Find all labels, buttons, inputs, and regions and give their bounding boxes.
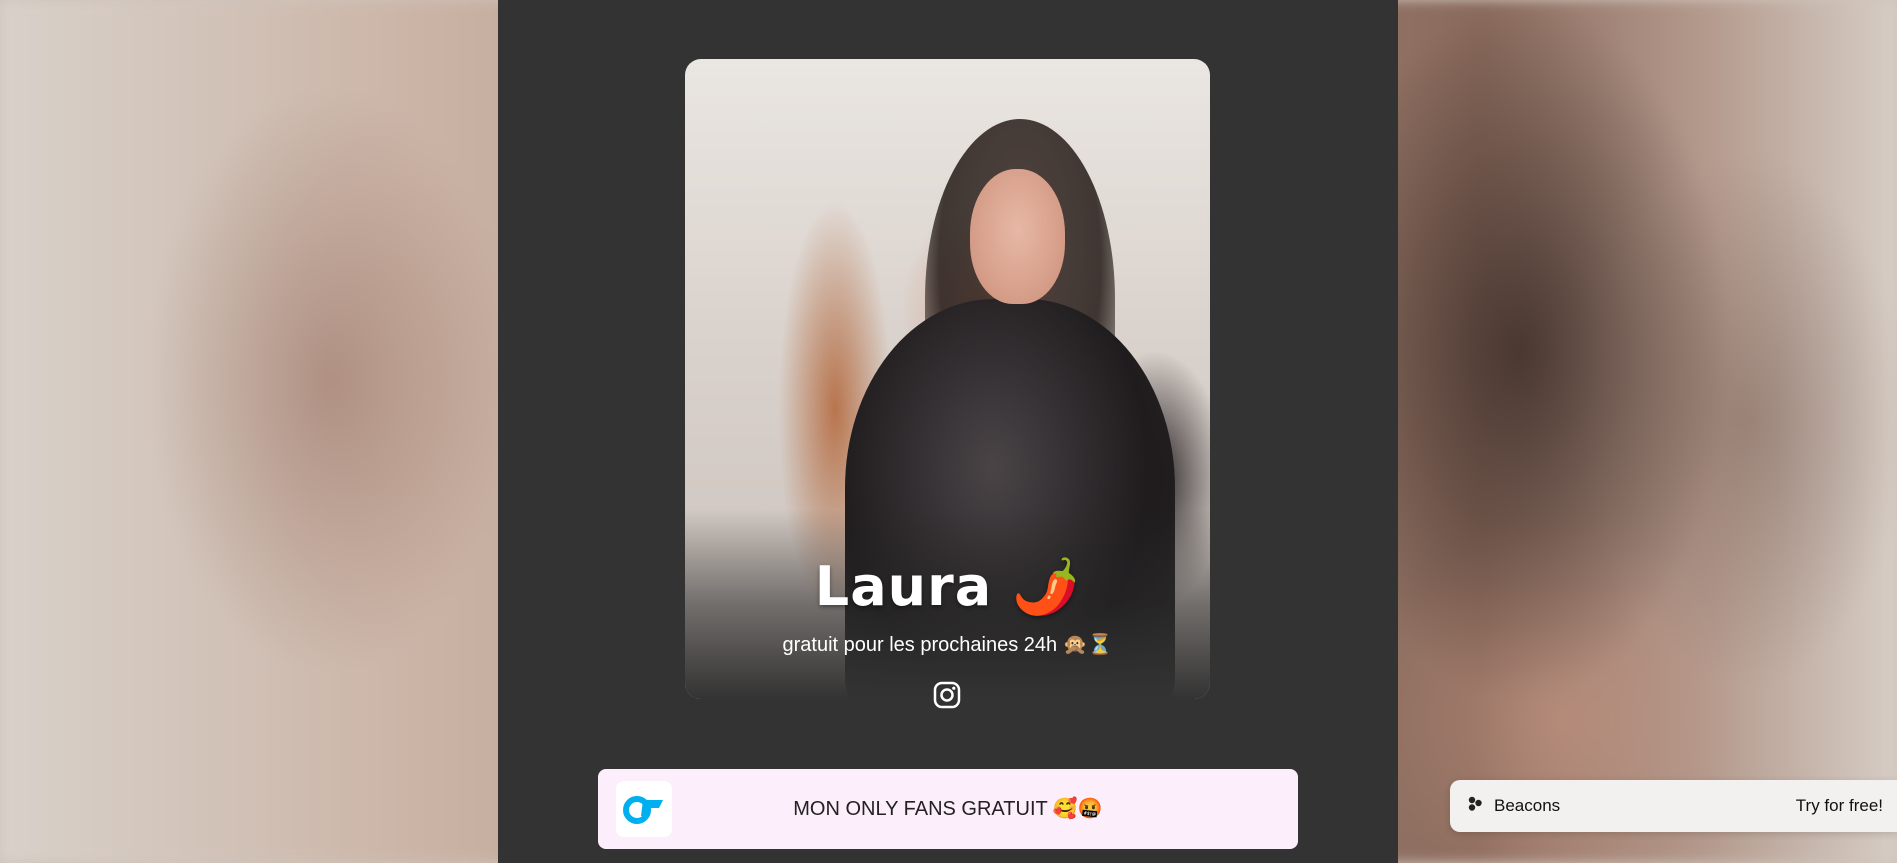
onlyfans-link-label: MON ONLY FANS GRATUIT 🥰🤬 [793,798,1103,820]
onlyfans-icon [616,781,672,837]
beacons-brand[interactable]: Beacons [1466,780,1560,832]
try-for-free-button[interactable]: Try for free! [1796,780,1883,832]
beacons-brand-label: Beacons [1494,796,1561,815]
beacons-logo-icon [1466,795,1484,818]
beacons-banner[interactable]: Beacons Try for free! [1450,780,1897,832]
instagram-icon[interactable] [933,681,961,709]
profile-name: Laura 🌶️ [814,555,1081,618]
profile-bio: gratuit pour les prochaines 24h 🙊⏳ [782,634,1113,656]
onlyfans-link-button[interactable]: MON ONLY FANS GRATUIT 🥰🤬 [598,769,1298,849]
